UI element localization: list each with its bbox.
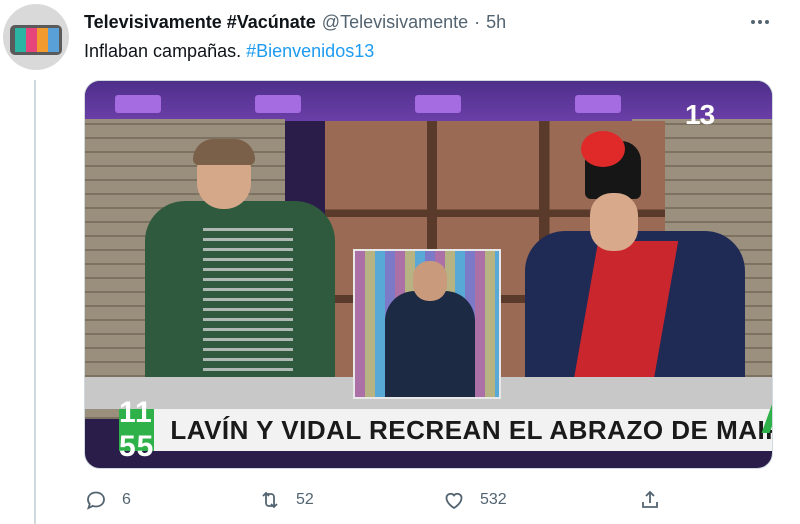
like-count: 532 [480, 491, 507, 508]
heart-icon [445, 492, 463, 510]
more-options-button[interactable] [745, 10, 775, 34]
news-headline: LAVÍN Y VIDAL RECREAN EL ABRAZO DE MAIPÚ [154, 409, 772, 451]
author-handle[interactable]: @Televisivamente [322, 12, 468, 33]
studio-light [255, 95, 301, 113]
avatar-stripe [37, 28, 48, 52]
avatar-stripe [26, 28, 37, 52]
studio-ceiling [85, 81, 772, 121]
tweet-timestamp[interactable]: 5h [486, 12, 506, 33]
author-name[interactable]: Televisivamente #Vacúnate [84, 12, 316, 33]
inset-host-video [353, 249, 501, 399]
studio-light [575, 95, 621, 113]
person-left-hair [193, 139, 255, 165]
tweet-header: Televisivamente #Vacúnate @Televisivamen… [84, 10, 506, 34]
retweet-count: 52 [296, 491, 314, 508]
separator-dot: · [474, 11, 481, 32]
avatar-stripe [48, 28, 59, 52]
avatar[interactable] [3, 4, 69, 70]
share-icon [642, 490, 658, 508]
clock-display: 11 55 [119, 396, 155, 463]
uniform-braiding [203, 221, 293, 371]
red-plume [581, 131, 625, 167]
inset-host-face [413, 261, 447, 301]
channel-13-logo: 13 [685, 99, 715, 130]
hashtag-link[interactable]: #Bienvenidos13 [246, 41, 374, 61]
share-button[interactable] [638, 484, 662, 516]
tweet-media-image[interactable]: 13 11 55 LAVÍN Y VIDAL RECREAN EL ABRAZO… [84, 80, 773, 469]
thread-line [34, 80, 36, 524]
inset-host [385, 291, 475, 397]
reply-button[interactable]: 6 [84, 484, 131, 516]
reply-count: 6 [122, 491, 131, 508]
tweet-text: Inflaban campañas. #Bienvenidos13 [84, 38, 374, 64]
studio-light [415, 95, 461, 113]
avatar-stripe [15, 28, 26, 52]
retweet-icon [262, 491, 278, 509]
like-button[interactable]: 532 [442, 484, 507, 516]
retweet-button[interactable]: 52 [258, 484, 314, 516]
tweet-actions: 6 52 532 [84, 484, 774, 516]
reply-icon [87, 491, 105, 510]
studio-light [115, 95, 161, 113]
tweet-text-body: Inflaban campañas. [84, 41, 242, 61]
more-horizontal-icon [751, 20, 769, 24]
person-right-face [590, 193, 638, 251]
lower-third: 11 55 LAVÍN Y VIDAL RECREAN EL ABRAZO DE… [119, 396, 772, 463]
